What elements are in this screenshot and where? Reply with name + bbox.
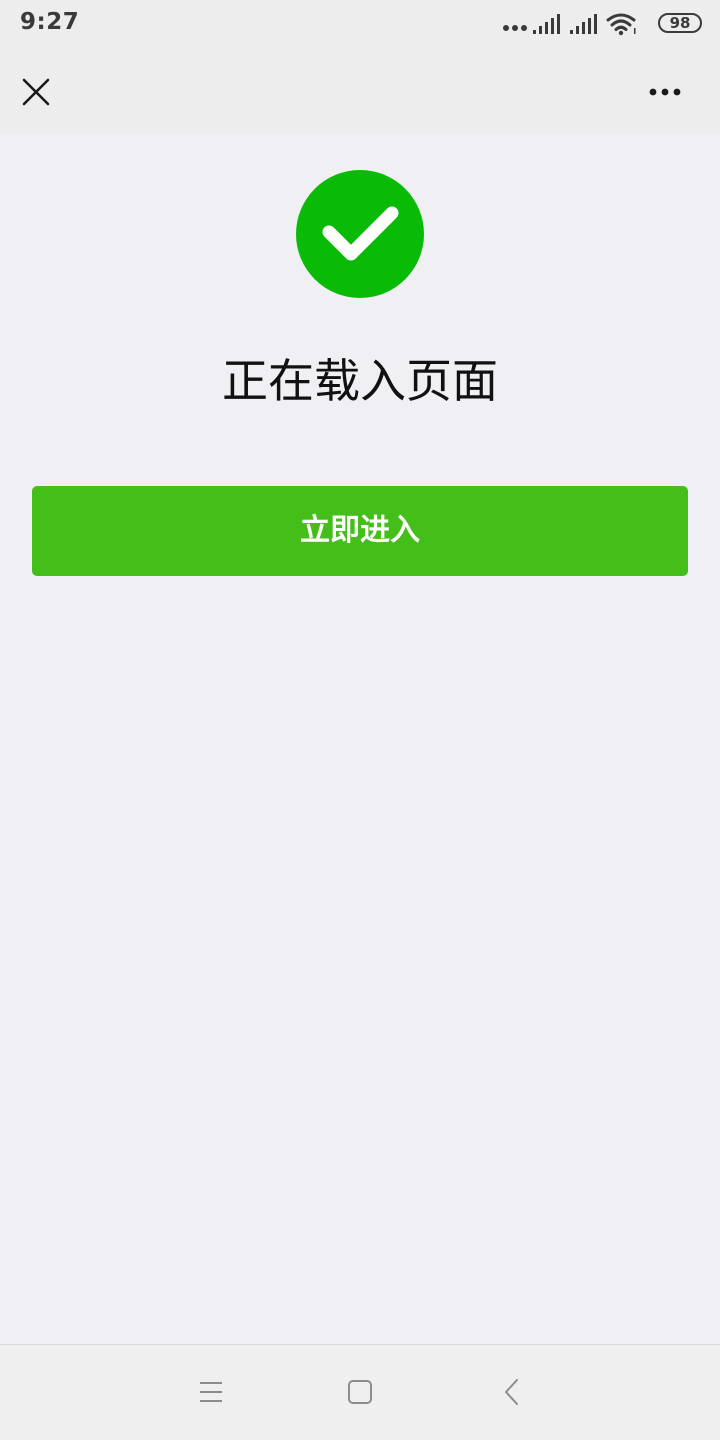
close-icon: [22, 78, 50, 106]
more-horizontal-icon: [649, 88, 681, 96]
menu-icon: [200, 1382, 222, 1402]
signal-icon: [533, 14, 560, 34]
more-button[interactable]: [644, 72, 696, 112]
status-icons: 98: [502, 10, 702, 40]
success-check-icon: [296, 170, 424, 298]
system-nav-bar: [0, 1344, 720, 1440]
more-dots-icon: [503, 25, 527, 31]
wifi-icon: [606, 13, 636, 36]
battery-icon: 98: [658, 13, 702, 33]
close-button[interactable]: [12, 64, 60, 120]
screen: 9:27 98 正在载入页面 立即进入: [0, 0, 720, 1440]
menu-button[interactable]: [190, 1373, 230, 1413]
nav-bar: [0, 50, 720, 134]
status-bar: 9:27 98: [0, 0, 720, 50]
back-icon: [505, 1379, 518, 1405]
home-icon: [348, 1380, 372, 1404]
enter-now-button[interactable]: 立即进入: [32, 486, 688, 576]
page-title: 正在载入页面: [222, 354, 498, 408]
battery-level: 98: [669, 14, 691, 32]
back-button[interactable]: [492, 1373, 532, 1413]
home-button[interactable]: [340, 1373, 380, 1413]
signal-icon: [570, 14, 597, 34]
status-time: 9:27: [20, 9, 80, 35]
